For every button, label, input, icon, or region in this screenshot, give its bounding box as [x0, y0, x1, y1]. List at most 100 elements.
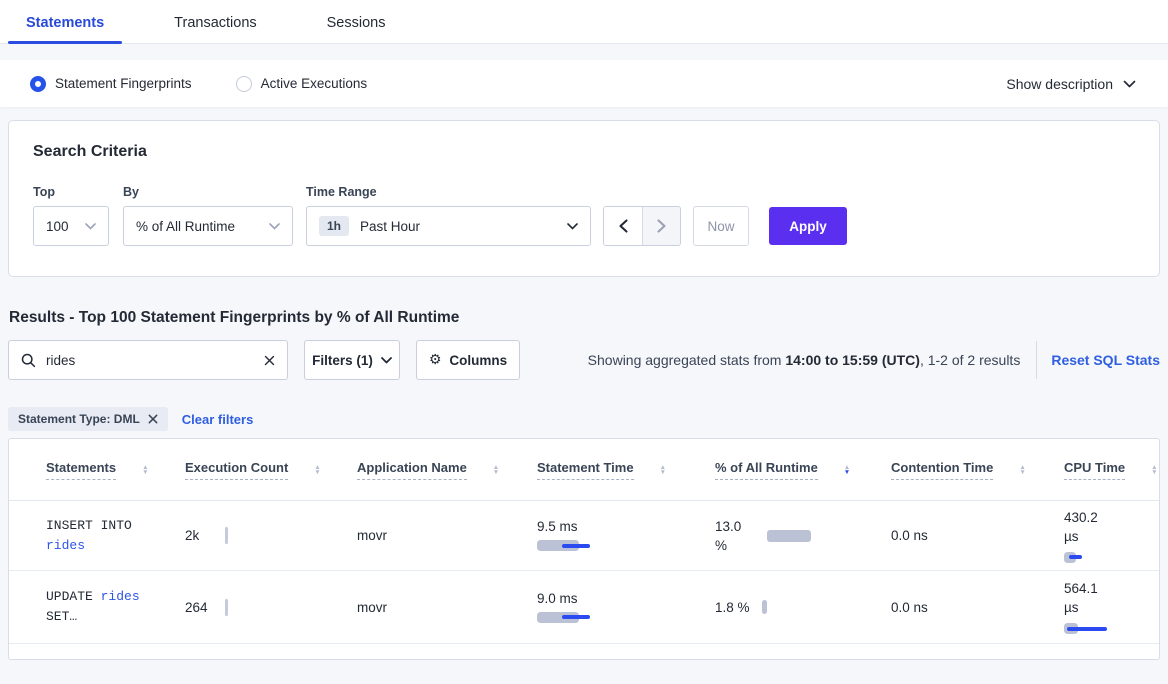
search-criteria-title: Search Criteria [33, 143, 1135, 161]
sort-icon[interactable]: ▲▼ [493, 465, 499, 475]
radio-unselected-icon [236, 76, 252, 92]
by-select-value: % of All Runtime [136, 219, 235, 234]
statement-time-bar [537, 612, 607, 624]
radio-selected-icon [30, 76, 46, 92]
aggregated-stats-status: Showing aggregated stats from 14:00 to 1… [588, 352, 1021, 368]
column-header-application-name[interactable]: Application Name ▲▼ [357, 460, 537, 480]
top-label: Top [33, 185, 123, 199]
show-description-toggle[interactable]: Show description [1006, 76, 1136, 92]
time-range-select[interactable]: 1h Past Hour [306, 206, 591, 246]
chevron-down-icon [269, 223, 280, 230]
statement-keyword: UPDATE [46, 589, 93, 604]
clear-search-icon[interactable] [264, 355, 275, 366]
time-range-badge: 1h [319, 216, 349, 236]
search-input[interactable] [46, 353, 264, 368]
clear-filters-link[interactable]: Clear filters [182, 412, 254, 427]
column-header-label: Contention Time [891, 460, 993, 480]
column-header-statements[interactable]: Statements ▲▼ [46, 460, 185, 480]
search-criteria-card: Search Criteria Top 100 By % of All Runt… [8, 120, 1160, 277]
columns-button[interactable]: ⚙ Columns [416, 340, 520, 380]
time-range-value: Past Hour [360, 219, 420, 234]
column-header-label: Statement Time [537, 460, 634, 480]
cpu-time-bar [1064, 623, 1134, 635]
cpu-time-cell: 430.2 µs [1064, 508, 1160, 564]
statement-link[interactable]: rides [46, 538, 85, 553]
application-name-cell: movr [357, 528, 537, 543]
cpu-time-bar [1064, 552, 1134, 564]
results-heading: Results - Top 100 Statement Fingerprints… [9, 309, 1160, 327]
now-button[interactable]: Now [693, 206, 749, 246]
table-row[interactable]: UPDATE rides SET… 264 movr 9.0 ms 1.8 % … [9, 571, 1159, 644]
runtime-pct-cell: 1.8 % [715, 598, 891, 617]
contention-time-cell: 0.0 ns [891, 528, 1064, 543]
columns-label: Columns [449, 353, 507, 368]
chevron-down-icon [567, 223, 578, 230]
sort-icon[interactable]: ▲▼ [314, 465, 320, 475]
top-select[interactable]: 100 [33, 206, 109, 246]
execution-count-bar [225, 527, 228, 544]
table-header-row: Statements▲▼Execution Count▲▼Application… [9, 439, 1159, 501]
time-range-pager [603, 206, 681, 246]
time-range-label: Time Range [306, 185, 603, 199]
statement-time-bar [537, 540, 607, 552]
top-select-value: 100 [46, 219, 69, 234]
search-box[interactable] [8, 340, 288, 380]
column-header-label: Execution Count [185, 460, 288, 480]
apply-button[interactable]: Apply [769, 207, 847, 245]
sort-icon[interactable]: ▲▼ [660, 465, 666, 475]
previous-time-range-button[interactable] [604, 207, 642, 245]
filter-chip-label: Statement Type: DML [18, 412, 140, 426]
tab-statements[interactable]: Statements [8, 15, 122, 43]
sort-icon[interactable]: ▲▼ [1151, 465, 1157, 475]
column-header-cpu-time[interactable]: CPU Time ▲▼ [1064, 460, 1160, 480]
statement-fingerprint[interactable]: UPDATE rides SET… [46, 587, 158, 627]
execution-count-bar [225, 599, 228, 616]
gear-icon: ⚙ [429, 352, 442, 368]
sort-icon[interactable]: ▲▼ [1019, 465, 1025, 475]
view-toggle-row: Statement Fingerprints Active Executions… [0, 60, 1168, 107]
show-description-label: Show description [1006, 76, 1113, 92]
column-header-statement-time[interactable]: Statement Time ▲▼ [537, 460, 715, 480]
filters-label: Filters (1) [312, 353, 373, 368]
remove-filter-icon[interactable] [148, 414, 158, 424]
runtime-pct-cell: 13.0 % [715, 517, 891, 555]
next-time-range-button[interactable] [642, 207, 680, 245]
reset-sql-stats-link[interactable]: Reset SQL Stats [1051, 352, 1160, 368]
search-icon [21, 353, 36, 368]
statement-time-cell: 9.5 ms [537, 519, 715, 552]
column-header--of-all-runtime[interactable]: % of All Runtime ▲▼ [715, 460, 891, 480]
sort-icon[interactable]: ▲▼ [844, 465, 850, 475]
filter-chip-statement-type: Statement Type: DML [8, 407, 168, 431]
tab-transactions[interactable]: Transactions [156, 15, 274, 43]
filters-button[interactable]: Filters (1) [304, 340, 400, 380]
contention-time-cell: 0.0 ns [891, 600, 1064, 615]
column-header-label: Application Name [357, 460, 467, 480]
sort-icon[interactable]: ▲▼ [142, 465, 148, 475]
top-tab-bar: Statements Transactions Sessions [0, 0, 1168, 44]
statement-keyword: INSERT INTO [46, 518, 132, 533]
divider [1036, 341, 1037, 379]
runtime-pct-bar [767, 530, 811, 542]
table-row[interactable]: INSERT INTO rides 2k movr 9.5 ms 13.0 % … [9, 501, 1159, 571]
chevron-down-icon [85, 223, 96, 230]
execution-count-cell: 2k [185, 527, 357, 544]
tab-sessions[interactable]: Sessions [309, 15, 404, 43]
results-toolbar: Filters (1) ⚙ Columns Showing aggregated… [8, 340, 1160, 380]
runtime-pct-bar [762, 600, 767, 614]
statements-table: Statements▲▼Execution Count▲▼Application… [8, 438, 1160, 660]
column-header-contention-time[interactable]: Contention Time ▲▼ [891, 460, 1064, 480]
chevron-down-icon [381, 357, 392, 364]
chevron-down-icon [1123, 80, 1136, 88]
execution-count-cell: 264 [185, 599, 357, 616]
column-header-label: Statements [46, 460, 116, 480]
radio-active-executions[interactable]: Active Executions [236, 76, 368, 92]
statement-fingerprint[interactable]: INSERT INTO rides [46, 516, 158, 556]
statement-link[interactable]: rides [101, 589, 140, 604]
column-header-label: % of All Runtime [715, 460, 818, 480]
statement-time-cell: 9.0 ms [537, 591, 715, 624]
cpu-time-cell: 564.1 µs [1064, 579, 1160, 635]
column-header-label: CPU Time [1064, 460, 1125, 480]
column-header-execution-count[interactable]: Execution Count ▲▼ [185, 460, 357, 480]
by-select[interactable]: % of All Runtime [123, 206, 293, 246]
radio-statement-fingerprints[interactable]: Statement Fingerprints [30, 76, 192, 92]
